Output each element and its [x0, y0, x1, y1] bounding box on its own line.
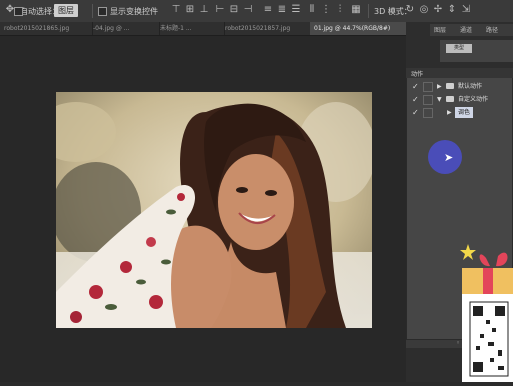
document-image[interactable] [56, 92, 372, 328]
dialog-toggle-box[interactable] [423, 82, 433, 92]
layer-kind-dropdown[interactable]: 类型 [446, 44, 472, 53]
actions-panel-header: 动作 [406, 68, 513, 78]
toggle-check-icon[interactable]: ✓ [412, 94, 419, 105]
align-bottom-icon[interactable]: ⊥ [198, 4, 210, 16]
tab-channels[interactable]: 通道 [460, 25, 472, 34]
3d-rotate-icon[interactable]: ↻ [404, 4, 416, 16]
options-bar: ✥ 自动选择： 图层 显示变换控件 ⊤ ⊞ ⊥ ⊢ ⊟ ⊣ ≡ ≣ ☰ ⫴ ⋮ … [0, 0, 513, 23]
align-left-icon[interactable]: ⊢ [214, 4, 226, 16]
tab-paths[interactable]: 路径 [486, 25, 498, 34]
distribute-middle-icon[interactable]: ≣ [276, 4, 288, 16]
align-top-icon[interactable]: ⊤ [170, 4, 182, 16]
dialog-toggle-box[interactable] [423, 108, 433, 118]
doc-tab[interactable]: robot2015021865.jpg [0, 22, 93, 35]
mouse-pointer-icon: ➤ [444, 151, 454, 164]
folder-icon [446, 83, 454, 89]
distribute-top-icon[interactable]: ≡ [262, 4, 274, 16]
tab-layers[interactable]: 图层 [434, 25, 446, 34]
3d-scale-icon[interactable]: ⇲ [460, 4, 472, 16]
distribute-bottom-icon[interactable]: ☰ [290, 4, 302, 16]
toggle-check-icon[interactable]: ✓ [412, 107, 419, 118]
action-set-row[interactable]: ✓ ▶ 默认动作 [407, 81, 513, 92]
layers-filter-bar: 类型 [440, 40, 513, 62]
photo-woman-illustration [56, 92, 372, 328]
expand-triangle-icon[interactable]: ▶ [447, 107, 452, 118]
separator [92, 4, 93, 18]
action-set-row[interactable]: ✓ ▼ 自定义动作 [407, 94, 513, 105]
layers-panel-tabs: 图层 通道 路径 [430, 24, 513, 36]
actions-panel-title: 动作 [411, 71, 424, 78]
align-middle-icon[interactable]: ⊞ [184, 4, 196, 16]
show-transform-checkbox[interactable] [98, 7, 107, 16]
separator [368, 4, 369, 18]
action-set-label: 默认动作 [458, 83, 483, 90]
doc-tab[interactable]: 未标题-1 ... [156, 22, 225, 35]
toggle-check-icon[interactable]: ✓ [412, 81, 419, 92]
3d-slide-icon[interactable]: ⇕ [446, 4, 458, 16]
align-right-icon[interactable]: ⊣ [242, 4, 254, 16]
distribute-right-icon[interactable]: ⫶ [334, 4, 346, 16]
expand-triangle-icon[interactable]: ▶ [437, 81, 442, 92]
collapse-triangle-icon[interactable]: ▼ [437, 94, 442, 105]
auto-select-checkbox[interactable] [14, 7, 23, 16]
show-transform-label: 显示变换控件 [110, 7, 158, 16]
gift-qr-sticker [458, 238, 513, 382]
auto-select-dropdown[interactable]: 图层 [54, 4, 78, 17]
distribute-left-icon[interactable]: ⫴ [306, 4, 318, 16]
doc-tab[interactable]: -04.jpg @ ... [89, 22, 160, 35]
gift-icon [460, 244, 513, 382]
action-set-label: 自定义动作 [458, 96, 489, 103]
action-label: 调色 [455, 107, 474, 118]
3d-roll-icon[interactable]: ◎ [418, 4, 430, 16]
doc-tab[interactable]: robot2015021857.jpg [221, 22, 314, 35]
doc-tab-active[interactable]: 01.jpg @ 44.7%(RGB/8#) [310, 22, 411, 35]
auto-align-icon[interactable]: ▦ [350, 4, 362, 16]
document-tabs: robot2015021865.jpg -04.jpg @ ... 未标题-1 … [0, 22, 411, 36]
dialog-toggle-box[interactable] [423, 95, 433, 105]
distribute-center-icon[interactable]: ⋮ [320, 4, 332, 16]
folder-icon [446, 96, 454, 102]
align-center-icon[interactable]: ⊟ [228, 4, 240, 16]
3d-drag-icon[interactable]: ✢ [432, 4, 444, 16]
action-row-selected[interactable]: ✓ ▶ 调色 [407, 107, 513, 118]
